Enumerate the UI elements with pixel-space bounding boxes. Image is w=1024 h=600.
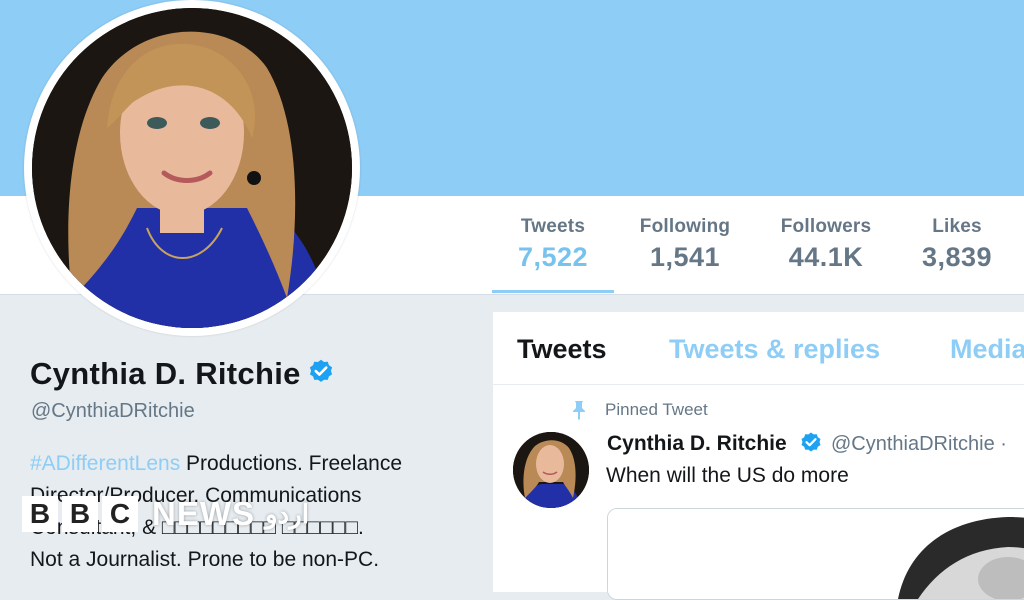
stat-following-value: 1,541 [649,242,721,272]
verified-badge-icon [307,358,335,394]
tweet-avatar[interactable] [513,432,589,508]
profile-name-text: Cynthia D. Ritchie [30,356,301,391]
stat-likes-value: 3,839 [921,242,993,272]
active-stat-underline [492,290,614,293]
bbc-news-urdu-watermark: B B C NEWS اردو [22,493,309,535]
tab-tweets[interactable]: Tweets [517,334,607,365]
avatar-photo [32,8,352,328]
tweet-verified-badge-icon [799,431,823,460]
stat-following-label: Following [639,216,731,237]
bio-line-1-text: Productions. Freelance [180,452,403,475]
bbc-urdu-text: اردو [265,498,309,529]
bbc-letter-2: B [62,496,98,532]
tweet-author-handle[interactable]: @CynthiaDRitchie · [831,433,1007,456]
bbc-letter-3: C [102,496,138,532]
avatar [32,8,352,328]
stat-tweets[interactable]: Tweets 7,522 [505,216,601,273]
stat-following[interactable]: Following 1,541 [632,216,738,273]
timeline-card: Tweets Tweets & replies Media Pinned Twe… [493,312,1024,600]
tweet-media-image [608,509,1024,599]
stat-tweets-value: 7,522 [517,242,589,272]
tab-media[interactable]: Media [950,334,1024,365]
tweet-author-name[interactable]: Cynthia D. Ritchie [607,432,787,456]
profile-handle[interactable]: @CynthiaDRitchie [31,400,195,423]
stat-tweets-label: Tweets [520,216,586,237]
stat-likes[interactable]: Likes 3,839 [912,216,1002,273]
bio-hashtag-link[interactable]: #ADifferentLens [30,452,180,475]
profile-name: Cynthia D. Ritchie [30,356,335,394]
tweet-media-preview[interactable] [607,508,1024,600]
stat-likes-label: Likes [932,216,982,237]
bio-line-4: Not a Journalist. Prone to be non-PC. [30,548,380,571]
tweet-text: When will the US do more [606,464,849,487]
stat-followers-label: Followers [780,216,872,237]
stat-followers-value: 44.1K [788,242,864,272]
pinned-tweet-label: Pinned Tweet [605,400,708,419]
tab-tweets-and-replies[interactable]: Tweets & replies [669,334,880,365]
timeline-tabs: Tweets Tweets & replies Media [493,312,1024,385]
bio-line-1: #ADifferentLens Productions. Freelance [30,448,450,480]
pin-icon [570,400,588,425]
profile-avatar-frame[interactable] [24,0,360,336]
bbc-news-text: NEWS [152,495,255,532]
stat-followers[interactable]: Followers 44.1K [772,216,880,273]
bbc-letter-1: B [22,496,58,532]
